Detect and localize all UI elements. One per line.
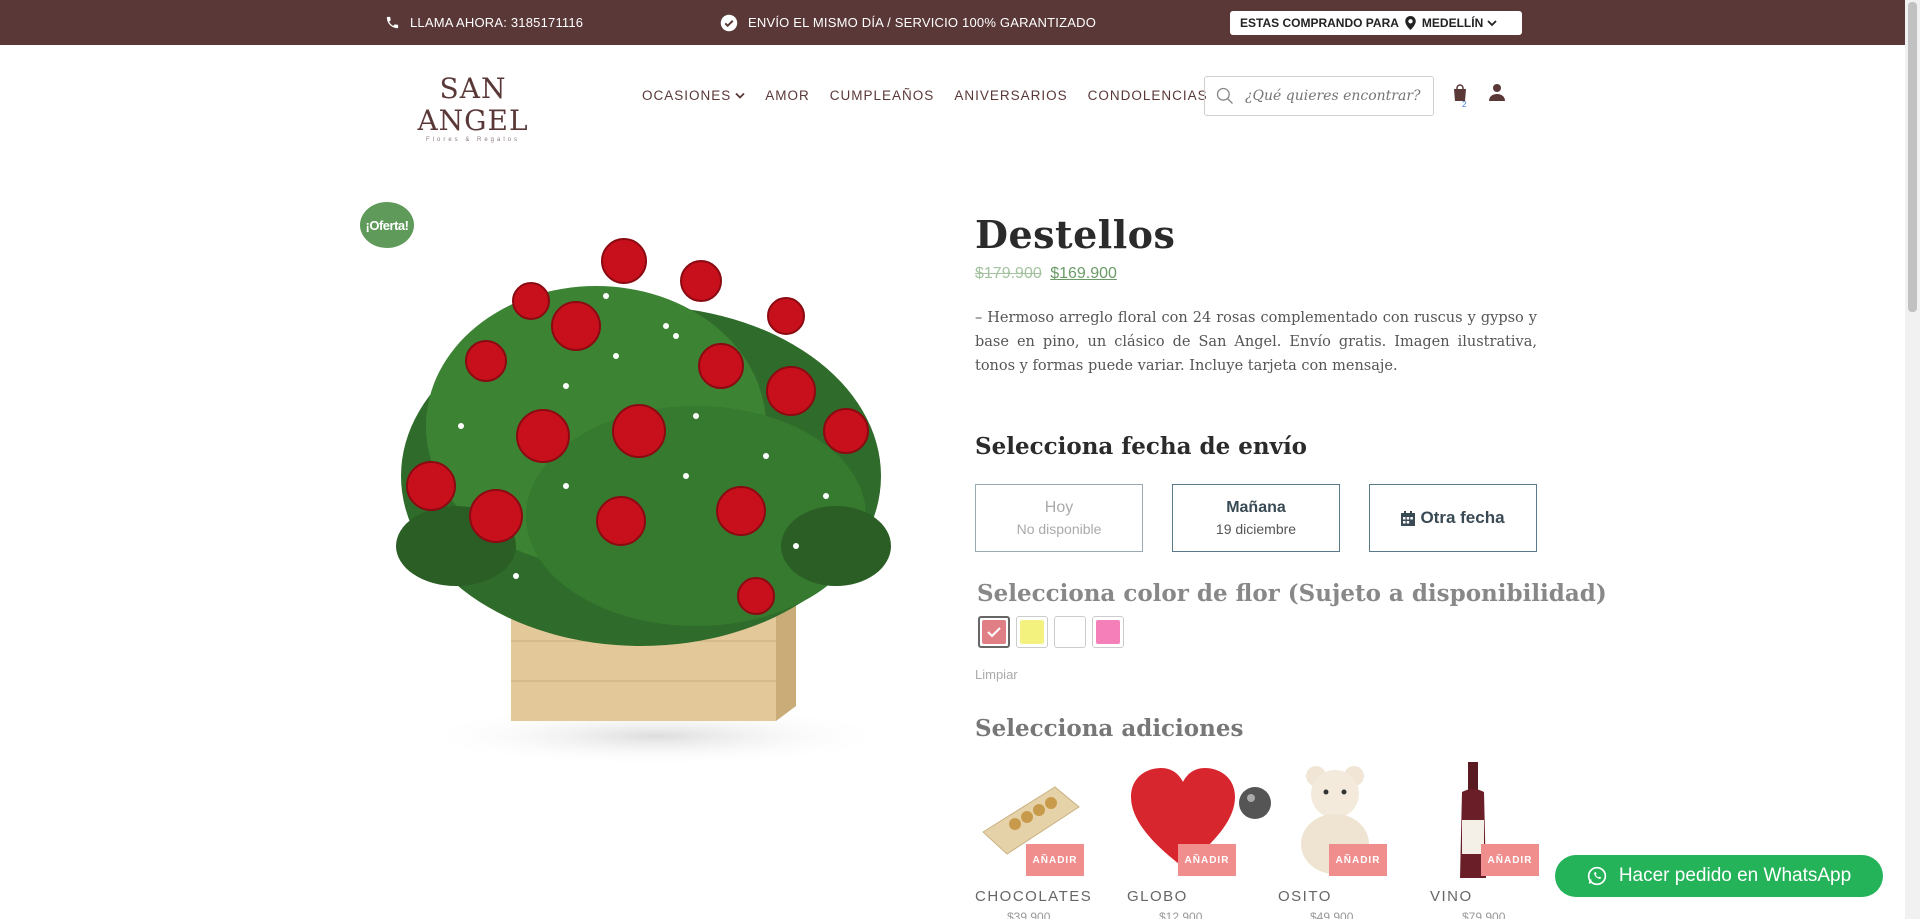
swatch-fill xyxy=(982,620,1006,644)
delivery-date-heading: Selecciona fecha de envío xyxy=(975,433,1308,460)
scrollbar-thumb[interactable] xyxy=(1908,2,1917,312)
phone-info[interactable]: LLAMA AHORA: 3185171116 xyxy=(385,0,583,45)
add-button[interactable]: AÑADIR xyxy=(1026,844,1084,876)
nav-item-ocasiones[interactable]: OCASIONES xyxy=(642,88,745,103)
whatsapp-icon xyxy=(1587,866,1606,886)
addon-price: $49.900 xyxy=(1310,910,1354,919)
date-option-tomorrow[interactable]: Mañana 19 diciembre xyxy=(1172,484,1340,552)
nav-label: CUMPLEAÑOS xyxy=(829,88,935,103)
date-option-date: 19 diciembre xyxy=(1215,521,1297,537)
guarantee-text: ENVÍO EL MISMO DÍA / SERVICIO 100% GARAN… xyxy=(748,15,1097,30)
date-option-today[interactable]: Hoy No disponible xyxy=(975,484,1143,552)
color-swatch-white[interactable] xyxy=(1054,616,1086,648)
clear-selection-link[interactable]: Limpiar xyxy=(975,667,1018,682)
search-box xyxy=(1204,76,1434,116)
search-icon[interactable] xyxy=(1215,86,1235,106)
addon-item-globo[interactable]: AÑADIR GLOBO $12.900 xyxy=(1127,762,1239,919)
nav-item-amor[interactable]: AMOR xyxy=(765,88,810,103)
color-swatch-pink[interactable] xyxy=(1092,616,1124,648)
flower-arrangement-image xyxy=(396,238,896,766)
addon-item-chocolates[interactable]: AÑADIR CHOCOLATES $39.900 xyxy=(975,762,1091,919)
indicator-highlight xyxy=(1247,794,1255,802)
top-bar: LLAMA AHORA: 3185171116 ENVÍO EL MISMO D… xyxy=(0,0,1905,45)
addon-name: OSITO xyxy=(1278,888,1332,905)
addon-item-osito[interactable]: AÑADIR OSITO $49.900 xyxy=(1278,762,1390,919)
site-header: SAN ANGEL Flores & Regalos OCASIONES AMO… xyxy=(0,45,1905,145)
date-option-status: No disponible xyxy=(1016,521,1102,537)
cart-count: 2 xyxy=(1462,100,1467,109)
page-scrollbar[interactable] xyxy=(1905,0,1920,919)
phone-icon xyxy=(386,16,399,29)
product-title: Destellos xyxy=(975,212,1176,257)
date-option-label: Otra fecha xyxy=(1420,508,1505,527)
nav-label: ANIVERSARIOS xyxy=(954,88,1068,103)
carousel-indicator[interactable] xyxy=(1239,787,1271,819)
add-button[interactable]: AÑADIR xyxy=(1481,844,1539,876)
check-circle-icon xyxy=(720,14,738,31)
nav-label: OCASIONES xyxy=(642,88,732,103)
user-icon xyxy=(1489,84,1505,101)
date-option-label: Mañana xyxy=(1226,499,1286,516)
nav-item-aniversarios[interactable]: ANIVERSARIOS xyxy=(954,88,1067,103)
addon-price: $79.900 xyxy=(1462,910,1506,919)
guarantee-info: ENVÍO EL MISMO DÍA / SERVICIO 100% GARAN… xyxy=(720,0,1096,45)
nav-item-cumpleanos[interactable]: CUMPLEAÑOS xyxy=(830,88,935,103)
chevron-down-icon xyxy=(735,92,745,99)
addon-price: $39.900 xyxy=(1007,910,1051,919)
addon-price: $12.900 xyxy=(1159,910,1203,919)
add-button[interactable]: AÑADIR xyxy=(1329,844,1387,876)
product-price: $179.900 $169.900 xyxy=(975,265,1117,283)
nav-item-condolencias[interactable]: CONDOLENCIAS xyxy=(1088,88,1208,103)
calendar-icon xyxy=(1401,510,1416,526)
search-input[interactable] xyxy=(1245,88,1425,104)
product-image[interactable] xyxy=(366,216,928,772)
swatch-fill xyxy=(1058,620,1082,644)
map-pin-icon xyxy=(1405,16,1416,30)
add-button[interactable]: AÑADIR xyxy=(1178,844,1236,876)
main-nav: OCASIONES AMOR CUMPLEAÑOS ANIVERSARIOS C… xyxy=(642,88,1228,103)
logo-tagline: Flores & Regalos xyxy=(425,137,521,143)
addon-name: GLOBO xyxy=(1127,888,1188,905)
flower-color-heading: Selecciona color de flor (Sujeto a dispo… xyxy=(977,580,1607,607)
addons-list: AÑADIR CHOCOLATES $39.900 AÑADIR GLOBO $… xyxy=(975,762,1545,919)
whatsapp-order-button[interactable]: Hacer pedido en WhatsApp xyxy=(1555,855,1883,897)
addon-name: VINO xyxy=(1430,888,1473,905)
city-selector[interactable]: ESTAS COMPRANDO PARA MEDELLÍN xyxy=(1230,11,1522,35)
chevron-down-icon xyxy=(1487,20,1497,27)
addon-name: CHOCOLATES xyxy=(975,888,1093,905)
swatch-fill xyxy=(1096,620,1120,644)
swatch-fill xyxy=(1020,620,1044,644)
addons-heading: Selecciona adiciones xyxy=(975,715,1244,742)
nav-label: AMOR xyxy=(765,88,810,103)
product-description: – Hermoso arreglo floral con 24 rosas co… xyxy=(975,310,1537,374)
date-option-label: Hoy xyxy=(1044,499,1074,516)
date-option-other[interactable]: Otra fecha xyxy=(1369,484,1537,552)
city-name: MEDELLÍN xyxy=(1421,16,1484,30)
site-logo[interactable]: SAN ANGEL Flores & Regalos xyxy=(388,73,558,144)
color-swatches xyxy=(978,616,1130,648)
nav-label: CONDOLENCIAS xyxy=(1087,88,1208,103)
buying-for-label: ESTAS COMPRANDO PARA xyxy=(1240,16,1399,30)
account-button[interactable] xyxy=(1488,83,1506,106)
phone-text: LLAMA AHORA: 3185171116 xyxy=(410,15,584,30)
color-swatch-red[interactable] xyxy=(978,616,1010,648)
offer-badge: ¡Oferta! xyxy=(360,202,414,248)
old-price: $179.900 xyxy=(975,265,1042,282)
logo-brand: SAN ANGEL xyxy=(417,72,529,137)
whatsapp-label: Hacer pedido en WhatsApp xyxy=(1618,865,1852,886)
check-icon xyxy=(987,627,1001,638)
addon-item-vino[interactable]: AÑADIR VINO $79.900 xyxy=(1430,762,1542,919)
color-swatch-yellow[interactable] xyxy=(1016,616,1048,648)
sale-price: $169.900 xyxy=(1050,265,1117,282)
